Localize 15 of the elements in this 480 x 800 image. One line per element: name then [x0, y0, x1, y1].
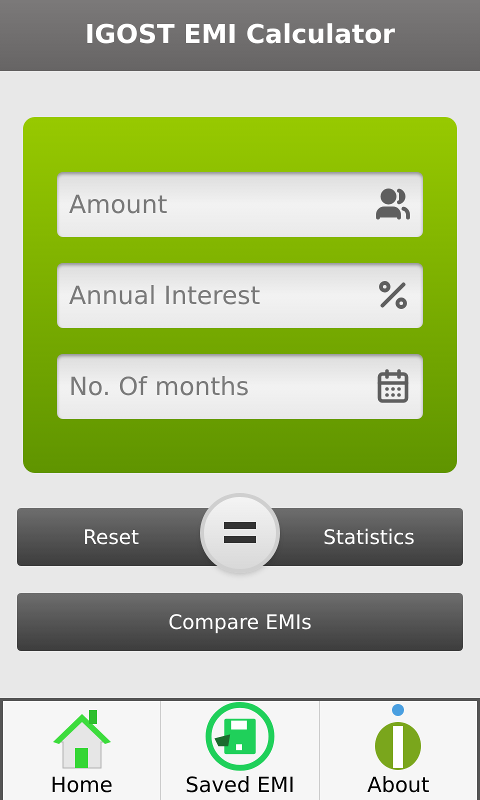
calendar-icon — [375, 368, 411, 404]
people-icon — [375, 186, 411, 222]
input-field[interactable]: Amount — [57, 172, 423, 237]
input-field[interactable]: Annual Interest — [57, 263, 423, 328]
nav-tab[interactable]: Home — [3, 701, 160, 800]
equals-icon — [224, 522, 256, 544]
info-icon — [373, 702, 424, 772]
reset-button[interactable]: Reset — [17, 508, 195, 566]
input-field[interactable]: No. Of months — [57, 354, 423, 419]
compare-emis-button[interactable]: Compare EMIs — [17, 593, 463, 651]
nav-tab[interactable]: About — [318, 701, 477, 800]
nav-tab[interactable]: Saved EMI — [160, 701, 319, 800]
app-title: IGOST EMI Calculator — [84, 19, 396, 52]
statistics-button[interactable]: Statistics — [285, 508, 463, 566]
floppy-disk-icon — [204, 701, 276, 772]
